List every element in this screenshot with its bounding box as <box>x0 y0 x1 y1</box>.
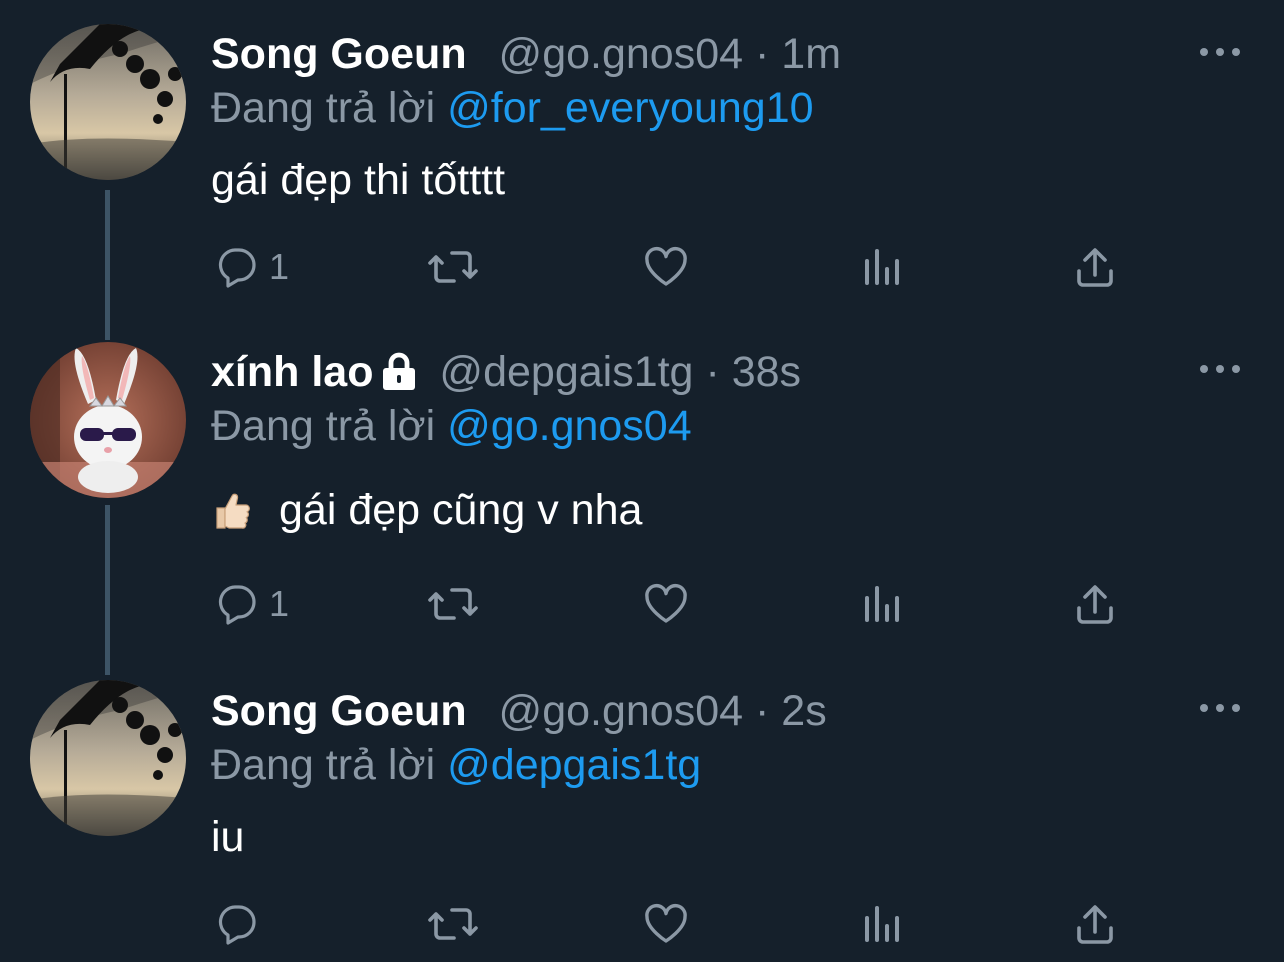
separator: · <box>755 687 770 735</box>
analytics-icon <box>865 906 899 942</box>
analytics-button[interactable] <box>861 894 905 954</box>
reply-button[interactable] <box>213 894 269 954</box>
more-dots-icon <box>1200 704 1240 712</box>
retweet-icon <box>428 908 478 940</box>
mention-link[interactable]: @depgais1tg <box>447 741 701 789</box>
like-button[interactable] <box>641 894 691 954</box>
replying-to-line: Đang trả lời @depgais1tg <box>211 739 701 791</box>
tree-silhouette-avatar-icon <box>30 680 186 836</box>
replying-prefix: Đang trả lời <box>211 741 436 789</box>
display-name[interactable]: Song Goeun <box>211 687 467 735</box>
avatar[interactable] <box>30 680 186 836</box>
action-bar <box>0 894 1284 954</box>
tweet-header: Song Goeun @go.gnos04 · 2s <box>211 685 827 737</box>
tweet[interactable]: Song Goeun @go.gnos04 · 2s Đang trả lời … <box>0 0 1284 962</box>
reply-icon <box>218 905 256 945</box>
more-options-button[interactable] <box>1198 698 1242 718</box>
handle[interactable]: @go.gnos04 <box>499 687 744 735</box>
share-icon <box>1077 905 1113 944</box>
share-button[interactable] <box>1073 894 1117 954</box>
tweet-text: iu <box>211 813 245 861</box>
timestamp[interactable]: 2s <box>781 687 826 735</box>
heart-icon <box>645 903 687 943</box>
retweet-button[interactable] <box>426 894 480 954</box>
